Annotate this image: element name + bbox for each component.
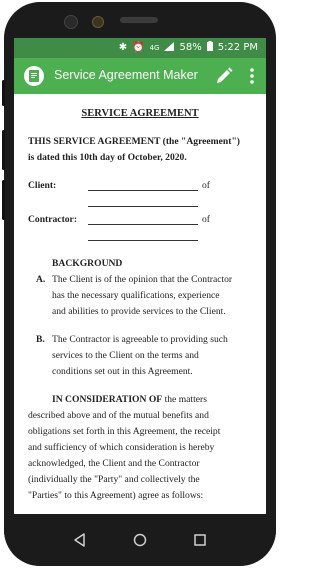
volume-button <box>2 130 5 170</box>
client-name-field[interactable] <box>88 190 198 191</box>
client-of-text: of <box>202 180 210 191</box>
document-title: SERVICE AGREEMENT <box>81 108 199 119</box>
back-icon[interactable] <box>70 530 90 550</box>
battery-percent: 58% <box>179 42 202 53</box>
consideration-line: obligations set forth in this Agreement,… <box>28 426 221 437</box>
item-a-line: has the necessary qualifications, experi… <box>52 290 220 301</box>
agreement-document[interactable]: SERVICE AGREEMENT THIS SERVICE AGREEMENT… <box>14 94 266 514</box>
background-heading: BACKGROUND <box>52 258 123 269</box>
client-label: Client: <box>28 180 57 191</box>
screen: ✱ ⏰ 4G 58% 5:22 PM Service Agreement Mak… <box>14 38 266 514</box>
item-b-line: services to the Client on the terms and <box>52 350 199 361</box>
front-sensor <box>92 16 104 28</box>
contractor-address-field[interactable] <box>88 240 198 241</box>
item-b-line: The Contractor is agreeable to providing… <box>52 334 228 345</box>
consideration-line: (individually the "Party" and collective… <box>28 474 200 485</box>
signal-icon <box>164 41 175 54</box>
item-a-line: The Client is of the opinion that the Co… <box>52 274 233 285</box>
consideration-first-line: IN CONSIDERATION OF the matters <box>52 394 207 405</box>
intro-line-2: is dated this 10th day of October, 2020. <box>28 152 187 163</box>
home-icon[interactable] <box>130 530 150 550</box>
recents-icon[interactable] <box>190 530 210 550</box>
item-b-letter: B. <box>36 334 45 345</box>
volume-button <box>2 80 5 106</box>
front-camera <box>64 15 78 29</box>
app-bar: Service Agreement Maker <box>14 58 266 94</box>
phone-top-bezel <box>4 2 276 38</box>
power-button <box>2 180 5 220</box>
item-b-line: conditions set out in this Agreement. <box>52 366 193 377</box>
consideration-rest: the matters <box>162 394 207 405</box>
consideration-line: described above and of the mutual benefi… <box>28 410 209 421</box>
consideration-bold: IN CONSIDERATION OF <box>52 394 163 405</box>
clock: 5:22 PM <box>217 42 258 53</box>
signal-type: 4G <box>149 43 160 52</box>
item-a-line: and abilities to provide services to the… <box>52 306 226 317</box>
status-bar: ✱ ⏰ 4G 58% 5:22 PM <box>14 38 266 58</box>
intro-line-1: THIS SERVICE AGREEMENT (the "Agreement") <box>28 136 240 147</box>
alarm-icon: ⏰ <box>132 42 145 53</box>
app-logo-icon <box>24 66 44 86</box>
more-vert-icon[interactable] <box>246 66 258 86</box>
contractor-label: Contractor: <box>28 214 78 225</box>
item-a-letter: A. <box>36 274 46 285</box>
consideration-line: acknowledged, the Client and the Contrac… <box>28 458 200 469</box>
consideration-line: "Parties" to this Agreement) agree as fo… <box>28 490 204 501</box>
navigation-bar <box>4 514 276 566</box>
phone-frame: ✱ ⏰ 4G 58% 5:22 PM Service Agreement Mak… <box>4 2 276 566</box>
app-title: Service Agreement Maker <box>54 68 198 82</box>
bluetooth-icon: ✱ <box>118 42 128 53</box>
contractor-of-text: of <box>202 214 210 225</box>
pencil-icon[interactable] <box>214 66 234 86</box>
consideration-line: and sufficiency of which consideration i… <box>28 442 215 453</box>
contractor-name-field[interactable] <box>88 224 198 225</box>
earpiece-speaker <box>120 17 158 23</box>
client-address-field[interactable] <box>88 206 198 207</box>
battery-icon <box>206 41 213 54</box>
